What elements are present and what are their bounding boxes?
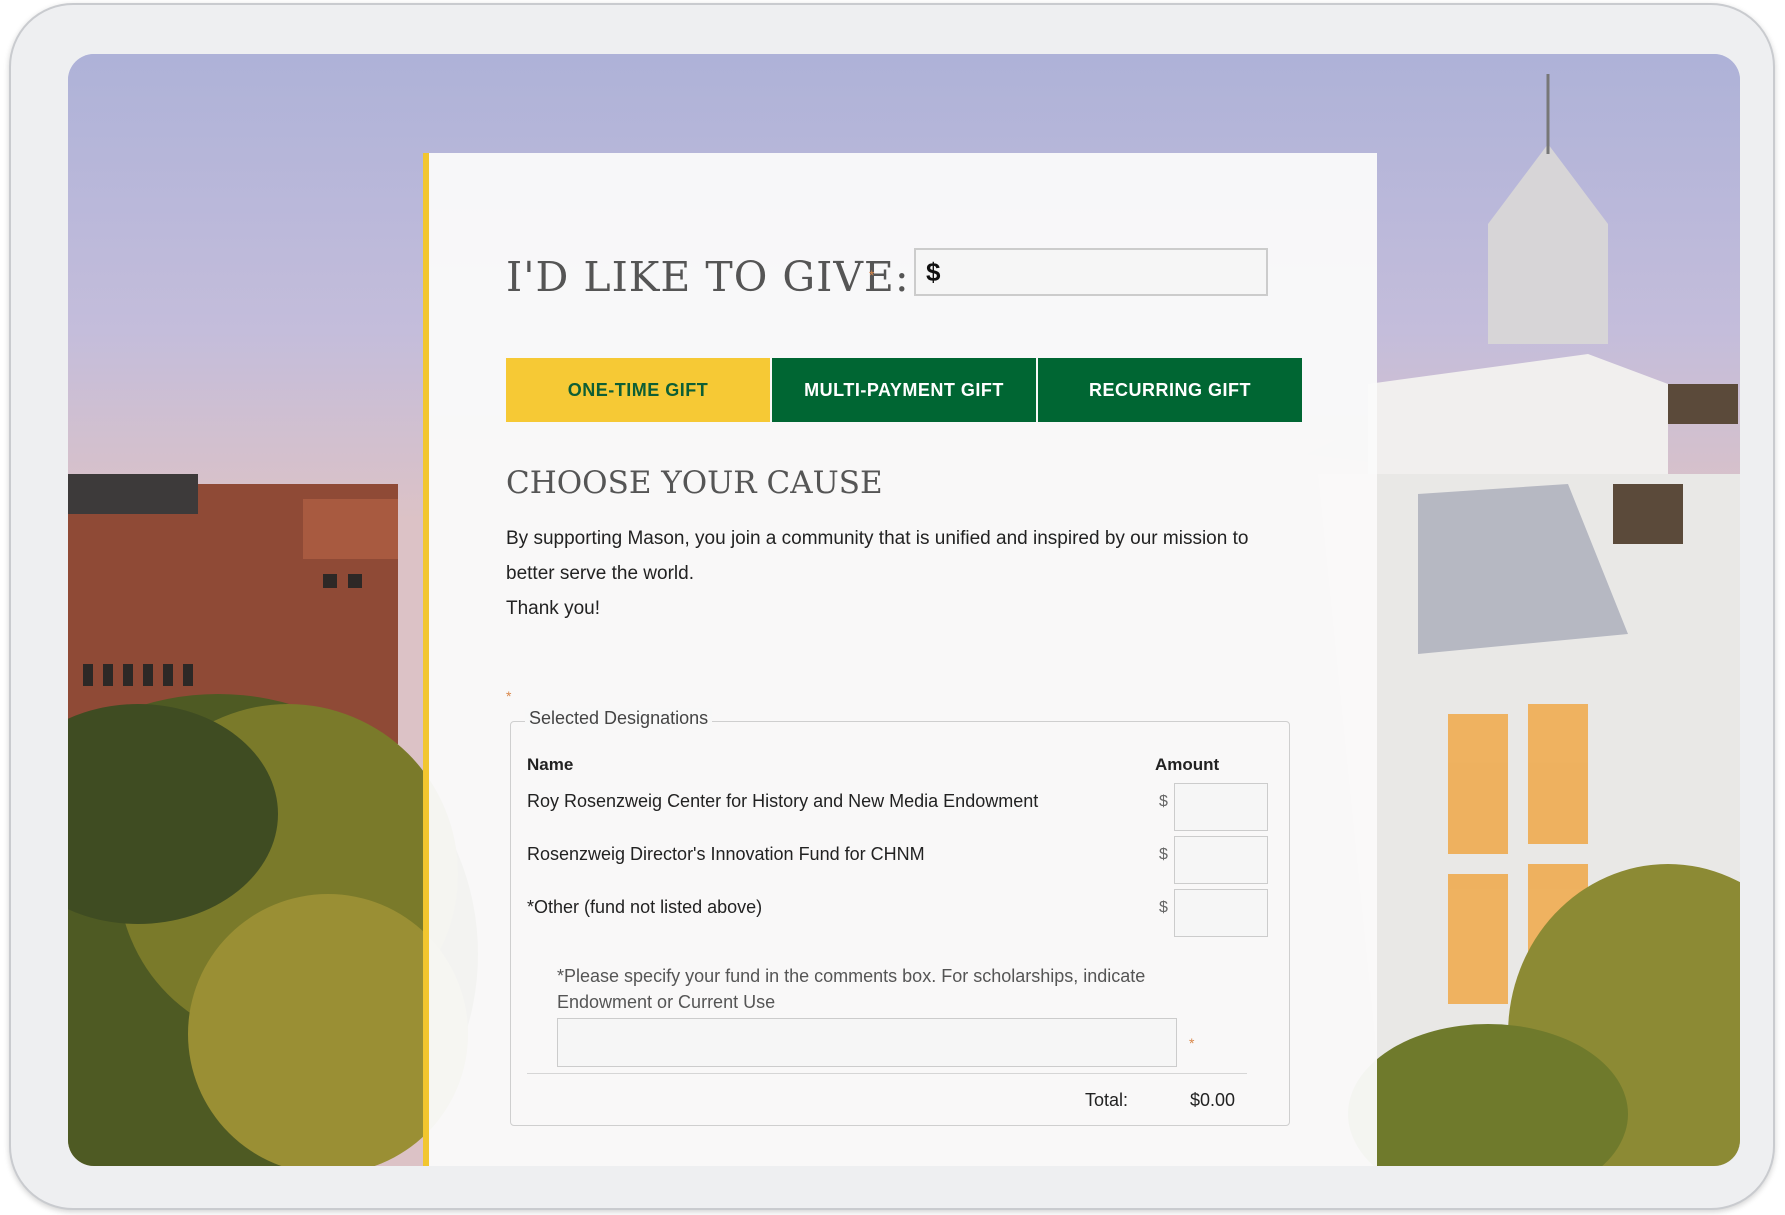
gift-amount-input[interactable]: $	[914, 248, 1268, 296]
total-divider	[527, 1073, 1247, 1074]
total-label: Total:	[1085, 1090, 1129, 1110]
designations-legend: Selected Designations	[525, 708, 713, 729]
designation-name: Roy Rosenzweig Center for History and Ne…	[527, 791, 1039, 811]
designation-name: Rosenzweig Director's Innovation Fund fo…	[527, 844, 925, 864]
currency-symbol: $	[926, 256, 941, 287]
tab-recurring-gift[interactable]: RECURRING GIFT	[1038, 358, 1302, 422]
tablet-frame: I'D LIKE TO GIVE: * $ ONE-TIME GIFT MULT…	[9, 3, 1775, 1210]
currency-symbol: $	[1159, 899, 1168, 916]
gift-type-tabs: ONE-TIME GIFT MULTI-PAYMENT GIFT RECURRI…	[506, 358, 1302, 422]
required-asterisk: *	[869, 267, 875, 283]
cause-description: By supporting Mason, you join a communit…	[506, 521, 1266, 626]
designation-amount-input[interactable]	[1174, 889, 1268, 937]
column-header-name: Name	[527, 755, 574, 774]
fund-comments-input[interactable]	[557, 1018, 1177, 1067]
screen: I'D LIKE TO GIVE: * $ ONE-TIME GIFT MULT…	[68, 54, 1740, 1166]
tab-multi-payment-gift[interactable]: MULTI-PAYMENT GIFT	[772, 358, 1036, 422]
currency-symbol: $	[1159, 846, 1168, 863]
donation-form-panel: I'D LIKE TO GIVE: * $ ONE-TIME GIFT MULT…	[423, 153, 1377, 1166]
designation-amount-input[interactable]	[1174, 783, 1268, 831]
cause-paragraph: By supporting Mason, you join a communit…	[506, 528, 1249, 584]
required-asterisk: *	[1189, 1035, 1195, 1051]
thank-you-text: Thank you!	[506, 598, 600, 619]
currency-symbol: $	[1159, 793, 1168, 810]
column-header-amount: Amount	[1155, 755, 1220, 774]
give-heading: I'D LIKE TO GIVE:	[506, 253, 910, 301]
required-asterisk: *	[506, 688, 512, 704]
designation-name: *Other (fund not listed above)	[527, 897, 763, 917]
designation-amount-input[interactable]	[1174, 836, 1268, 884]
cause-heading: CHOOSE YOUR CAUSE	[506, 465, 883, 501]
total-value: $0.00	[1190, 1090, 1236, 1110]
tab-one-time-gift[interactable]: ONE-TIME GIFT	[506, 358, 770, 422]
other-fund-note: *Please specify your fund in the comment…	[557, 966, 1146, 1012]
